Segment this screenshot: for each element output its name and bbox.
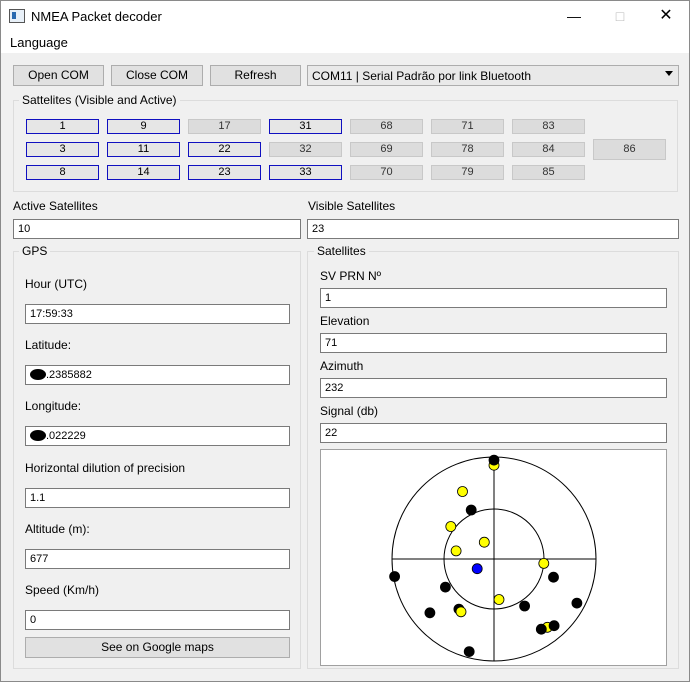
speed-field[interactable]: 0 bbox=[25, 610, 290, 630]
satellite-point-visible bbox=[463, 646, 475, 658]
latitude-label: Latitude: bbox=[25, 338, 72, 352]
satellites-detail-title: Satellites bbox=[314, 244, 369, 258]
close-com-button[interactable]: Close COM bbox=[111, 65, 203, 86]
satellite-point-active bbox=[457, 486, 468, 497]
satellite-button-71[interactable]: 71 bbox=[431, 119, 504, 134]
satellite-point-visible bbox=[389, 571, 400, 582]
satellite-button-69[interactable]: 69 bbox=[350, 142, 423, 157]
satellite-point-visible bbox=[424, 607, 436, 619]
satellite-button-11[interactable]: 11 bbox=[107, 142, 180, 157]
visible-satellites-label: Visible Satellites bbox=[308, 199, 396, 213]
elevation-field[interactable]: 71 bbox=[320, 333, 667, 353]
satellite-point-visible bbox=[440, 581, 451, 593]
com-port-select[interactable]: COM11 | Serial Padrão por link Bluetooth bbox=[307, 65, 679, 86]
satellite-button-22[interactable]: 22 bbox=[188, 142, 261, 157]
satellite-button-79[interactable]: 79 bbox=[431, 165, 504, 180]
signal-field[interactable]: 22 bbox=[320, 423, 667, 443]
satellite-point-active bbox=[455, 606, 467, 618]
maximize-button[interactable]: □ bbox=[597, 1, 643, 31]
hdop-field[interactable]: 1.1 bbox=[25, 488, 290, 508]
altitude-field[interactable]: 677 bbox=[25, 549, 290, 569]
satellite-button-70[interactable]: 70 bbox=[350, 165, 423, 180]
speed-label: Speed (Km/h) bbox=[25, 583, 100, 597]
signal-label: Signal (db) bbox=[320, 404, 379, 418]
satellite-point-visible bbox=[488, 454, 500, 466]
hour-field[interactable]: 17:59:33 bbox=[25, 304, 290, 324]
active-satellites-label: Active Satellites bbox=[13, 199, 98, 213]
menu-bar: Language bbox=[1, 31, 689, 53]
refresh-button[interactable]: Refresh bbox=[210, 65, 301, 86]
active-satellites-field[interactable]: 10 bbox=[13, 219, 301, 239]
satellite-point-selected bbox=[471, 563, 483, 575]
satellite-point-active bbox=[478, 536, 490, 548]
close-button[interactable]: ✕ bbox=[643, 1, 689, 31]
satellite-point-active bbox=[445, 521, 457, 532]
hdop-label: Horizontal dilution of precision bbox=[25, 461, 186, 475]
altitude-label: Altitude (m): bbox=[25, 522, 90, 536]
minimize-button[interactable]: — bbox=[551, 1, 597, 31]
satellite-button-86[interactable]: 86 bbox=[593, 139, 666, 160]
visible-satellites-field[interactable]: 23 bbox=[307, 219, 679, 239]
dropdown-arrow-icon[interactable] bbox=[665, 71, 673, 76]
hour-label: Hour (UTC) bbox=[25, 277, 87, 291]
longitude-label: Longitude: bbox=[25, 399, 82, 413]
satellite-button-3[interactable]: 3 bbox=[26, 142, 99, 157]
satellite-point-visible bbox=[535, 623, 547, 635]
satellite-point-visible bbox=[548, 571, 559, 583]
satellite-point-visible bbox=[465, 504, 477, 516]
satellite-point-active bbox=[538, 558, 550, 569]
satellite-button-9[interactable]: 9 bbox=[107, 119, 180, 134]
satellite-point-visible bbox=[548, 620, 560, 632]
window-title: NMEA Packet decoder bbox=[31, 9, 162, 24]
satellite-button-68[interactable]: 68 bbox=[350, 119, 423, 134]
elevation-label: Elevation bbox=[320, 314, 370, 328]
prn-label: SV PRN Nº bbox=[320, 269, 382, 283]
redaction-mark bbox=[30, 430, 46, 441]
satellite-point-visible bbox=[571, 597, 583, 609]
satellite-point-active bbox=[493, 594, 505, 605]
title-bar: NMEA Packet decoder — □ ✕ bbox=[1, 1, 689, 31]
satellite-point-visible bbox=[519, 600, 531, 612]
google-maps-button[interactable]: See on Google maps bbox=[25, 637, 290, 658]
menu-language[interactable]: Language bbox=[10, 35, 68, 50]
azimuth-field[interactable]: 232 bbox=[320, 378, 667, 398]
satellite-button-8[interactable]: 8 bbox=[26, 165, 99, 180]
com-port-value: COM11 | Serial Padrão por link Bluetooth bbox=[312, 69, 532, 83]
sky-plot bbox=[320, 449, 667, 666]
satellite-button-14[interactable]: 14 bbox=[107, 165, 180, 180]
sky-plot-canvas bbox=[389, 454, 597, 662]
satellite-button-83[interactable]: 83 bbox=[512, 119, 585, 134]
app-window: NMEA Packet decoder — □ ✕ Language Open … bbox=[0, 0, 690, 682]
satellite-button-33[interactable]: 33 bbox=[269, 165, 342, 180]
satellite-button-17[interactable]: 17 bbox=[188, 119, 261, 134]
gps-group-title: GPS bbox=[19, 244, 51, 258]
latitude-value: .2385882 bbox=[46, 369, 92, 381]
app-icon bbox=[9, 9, 25, 23]
open-com-button[interactable]: Open COM bbox=[13, 65, 104, 86]
prn-field[interactable]: 1 bbox=[320, 288, 667, 308]
satellite-button-23[interactable]: 23 bbox=[188, 165, 261, 180]
satellite-points bbox=[389, 454, 583, 658]
redaction-mark bbox=[30, 369, 46, 380]
satellite-button-32[interactable]: 32 bbox=[269, 142, 342, 157]
longitude-value: .022229 bbox=[46, 430, 86, 442]
satellites-group-title: Sattelites (Visible and Active) bbox=[19, 93, 180, 107]
satellite-button-1[interactable]: 1 bbox=[26, 119, 99, 134]
azimuth-label: Azimuth bbox=[320, 359, 364, 373]
satellite-button-85[interactable]: 85 bbox=[512, 165, 585, 180]
satellite-point-active bbox=[450, 545, 462, 557]
latitude-field[interactable]: .2385882 bbox=[25, 365, 290, 385]
satellite-button-78[interactable]: 78 bbox=[431, 142, 504, 157]
satellite-button-31[interactable]: 31 bbox=[269, 119, 342, 134]
longitude-field[interactable]: .022229 bbox=[25, 426, 290, 446]
satellite-button-84[interactable]: 84 bbox=[512, 142, 585, 157]
